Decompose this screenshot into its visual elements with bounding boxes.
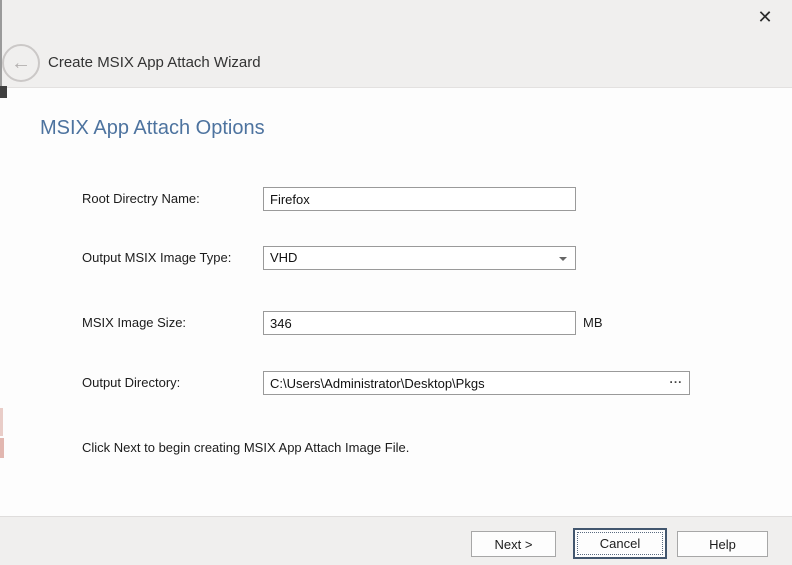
image-size-label: MSIX Image Size: — [82, 311, 186, 335]
root-directory-label: Root Directry Name: — [82, 187, 200, 211]
back-button[interactable]: ← — [2, 44, 40, 82]
root-directory-input[interactable] — [263, 187, 576, 211]
image-size-input[interactable] — [263, 311, 576, 335]
back-arrow-icon: ← — [11, 53, 31, 73]
output-directory-input[interactable] — [263, 371, 690, 395]
wizard-content: MSIX App Attach Options Root Directry Na… — [0, 89, 792, 516]
size-unit-label: MB — [583, 311, 603, 335]
close-button[interactable]: ✕ — [752, 4, 778, 30]
wizard-header: ← Create MSIX App Attach Wizard ✕ — [0, 0, 792, 88]
wizard-window: ← Create MSIX App Attach Wizard ✕ MSIX A… — [0, 0, 792, 565]
output-directory-label: Output Directory: — [82, 371, 180, 395]
image-type-value: VHD — [270, 247, 297, 269]
image-type-label: Output MSIX Image Type: — [82, 246, 231, 270]
next-button[interactable]: Next > — [471, 531, 556, 557]
output-directory-field: ... — [263, 371, 690, 395]
ellipsis-icon: ... — [669, 373, 682, 385]
browse-button[interactable]: ... — [667, 373, 685, 391]
form-row: Root Directry Name: — [0, 187, 792, 211]
cancel-button[interactable]: Cancel — [573, 528, 667, 559]
help-button[interactable]: Help — [677, 531, 768, 557]
form-row: MSIX Image Size: MB — [0, 311, 792, 335]
info-text: Click Next to begin creating MSIX App At… — [82, 440, 409, 455]
wizard-footer: Next > Cancel Help — [0, 516, 792, 565]
page-title: MSIX App Attach Options — [40, 117, 265, 140]
form-row: Output Directory: ... — [0, 371, 792, 395]
image-type-select[interactable]: VHD — [263, 246, 576, 270]
close-icon: ✕ — [757, 7, 772, 28]
wizard-title: Create MSIX App Attach Wizard — [48, 54, 261, 71]
chevron-down-icon — [559, 257, 567, 261]
form-row: Output MSIX Image Type: VHD — [0, 246, 792, 270]
